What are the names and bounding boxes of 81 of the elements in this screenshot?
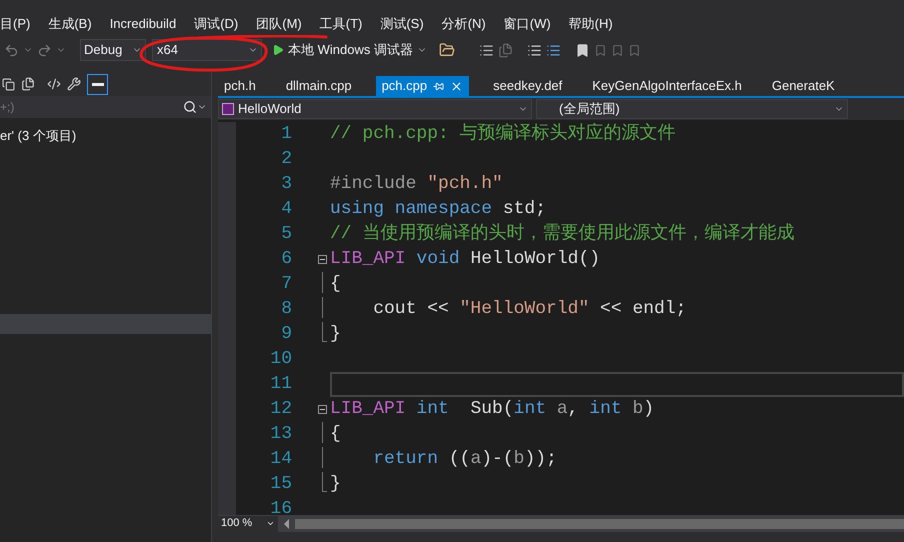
tree-item[interactable]: er' (3 个项目) [0, 126, 211, 146]
line-number: 3 [280, 173, 292, 196]
file-tab[interactable]: seedkey.def [487, 76, 568, 96]
undo-icon[interactable] [4, 42, 19, 58]
fold-end-line [322, 472, 327, 492]
line-number: 15 [269, 473, 292, 496]
menu-item[interactable]: 帮助(H) [560, 14, 622, 34]
line-number: 2 [280, 148, 292, 171]
folder-icon[interactable] [438, 42, 455, 58]
menu-item[interactable]: 分析(N) [432, 14, 495, 34]
file-tab[interactable]: GenerateK [766, 76, 841, 96]
run-button[interactable]: 本地 Windows 调试器 [272, 40, 427, 60]
search-options-button[interactable] [183, 96, 211, 118]
code-line: LIB_API void HelloWorld() [330, 248, 600, 271]
play-icon [272, 44, 284, 56]
pin-icon[interactable] [433, 80, 444, 92]
list-icon[interactable] [546, 42, 561, 58]
code-line: #include "pch.h" [330, 173, 503, 196]
code-line: // pch.cpp: 与预编译标头对应的源文件 [330, 122, 676, 146]
wrench-icon[interactable] [67, 77, 81, 91]
horizontal-scrollbar[interactable] [295, 518, 904, 528]
copy-icon[interactable] [2, 78, 15, 90]
line-number: 4 [280, 198, 292, 221]
menu-item[interactable]: 工具(T) [310, 14, 372, 34]
file-tab[interactable]: pch.cpp [376, 76, 470, 96]
list-icon[interactable] [478, 42, 494, 58]
menu-item[interactable]: 团队(M) [247, 14, 311, 34]
member-dropdown[interactable]: HelloWorld [218, 99, 532, 119]
zoom-dropdown[interactable]: 100 % [218, 516, 278, 532]
line-number: 6 [280, 248, 292, 271]
code-line: { [330, 423, 341, 446]
file-tab[interactable]: dllmain.cpp [280, 76, 358, 96]
line-number: 11 [269, 373, 292, 396]
fold-end-line [322, 322, 327, 342]
code-line: using namespace std; [330, 198, 546, 221]
menu-item[interactable]: 生成(B) [39, 14, 101, 34]
line-number: 1 [280, 123, 292, 146]
fold-line [322, 447, 323, 468]
search-icon [183, 100, 197, 114]
scope-dropdown[interactable]: (全局范围) [536, 99, 848, 119]
code-editor[interactable] [218, 120, 904, 515]
code-icon[interactable] [47, 77, 61, 91]
line-number: 12 [269, 398, 292, 421]
file-tab[interactable]: KeyGenAlgoInterfaceEx.h [586, 76, 748, 96]
redo-icon[interactable] [37, 42, 52, 58]
line-number: 10 [269, 348, 292, 371]
menu-item[interactable]: 测试(S) [371, 14, 433, 34]
menu-item[interactable]: 窗口(W) [494, 14, 560, 34]
files-icon[interactable] [21, 77, 35, 91]
code-line: } [330, 323, 341, 346]
line-number: 5 [280, 223, 292, 246]
collapse-icon[interactable] [318, 405, 327, 414]
fold-line [322, 297, 323, 318]
line-number: 13 [269, 423, 292, 446]
search-field[interactable]: +;) [0, 96, 183, 118]
fold-line [322, 272, 323, 293]
fold-line [322, 422, 323, 443]
platform-dropdown[interactable]: x64 [152, 39, 262, 61]
code-line: return ((a)-(b)); [372, 448, 557, 471]
line-number: 16 [269, 498, 292, 515]
code-line: LIB_API int Sub(int a, int b) [330, 398, 654, 421]
menu-item[interactable]: Incredibuild [100, 14, 186, 34]
code-line: // 当使用预编译的头时，需要使用此源文件，编译才能成 [330, 222, 794, 246]
code-line: } [330, 473, 341, 496]
collapse-icon[interactable] [318, 255, 327, 264]
list-icon[interactable] [526, 42, 542, 58]
menu-item[interactable]: 目(P) [0, 14, 40, 34]
scroll-left-icon[interactable] [284, 518, 289, 528]
code-line: { [330, 273, 341, 296]
line-number: 7 [280, 273, 292, 296]
collapse-toggle[interactable] [87, 74, 108, 94]
close-icon[interactable] [450, 80, 464, 92]
code-line: cout << "HelloWorld" << endl; [372, 298, 686, 321]
line-number: 9 [280, 323, 292, 346]
bookmark-icon[interactable] [574, 42, 590, 58]
line-number: 14 [269, 448, 292, 471]
menu-item[interactable]: 调试(D) [185, 14, 248, 34]
line-number: 8 [280, 298, 292, 321]
caret-icon[interactable] [266, 519, 275, 528]
configuration-dropdown[interactable]: Debug [80, 39, 146, 61]
file-tab[interactable]: pch.h [218, 76, 262, 96]
